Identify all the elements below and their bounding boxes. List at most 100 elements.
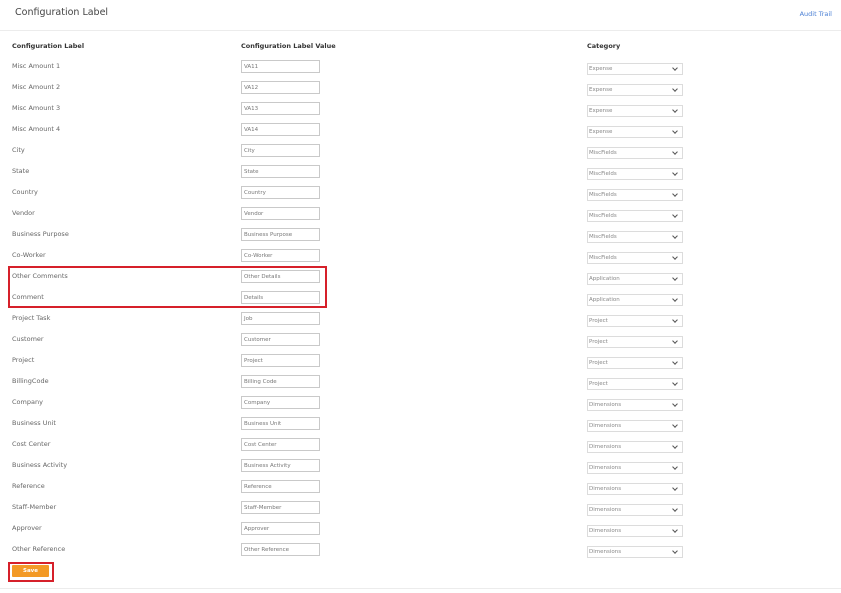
category-select-value: Dimensions bbox=[589, 549, 622, 555]
label-value-input[interactable]: VA13 bbox=[241, 102, 320, 115]
label-value-input[interactable]: Job bbox=[241, 312, 320, 325]
category-select[interactable]: Project bbox=[587, 357, 683, 369]
category-select[interactable]: Application bbox=[587, 294, 683, 306]
category-select[interactable]: Dimensions bbox=[587, 546, 683, 558]
category-select[interactable]: Dimensions bbox=[587, 525, 683, 537]
chevron-down-icon bbox=[672, 506, 678, 512]
category-select[interactable]: Project bbox=[587, 315, 683, 327]
row-label: Business Purpose bbox=[12, 230, 69, 238]
category-select[interactable]: Expense bbox=[587, 84, 683, 96]
table-row: City City MiscFields bbox=[0, 140, 841, 161]
row-label: BillingCode bbox=[12, 377, 49, 385]
category-select[interactable]: Dimensions bbox=[587, 420, 683, 432]
category-select-value: Expense bbox=[589, 87, 613, 93]
label-value-input[interactable]: City bbox=[241, 144, 320, 157]
chevron-down-icon bbox=[672, 485, 678, 491]
category-select-value: Dimensions bbox=[589, 528, 622, 534]
label-value-input[interactable]: Co-Worker bbox=[241, 249, 320, 262]
table-row: Customer Customer Project bbox=[0, 329, 841, 350]
category-select-value: Expense bbox=[589, 66, 613, 72]
chevron-down-icon bbox=[672, 170, 678, 176]
table-row: Vendor Vendor MiscFields bbox=[0, 203, 841, 224]
row-label: Project bbox=[12, 356, 35, 364]
category-select-value: Expense bbox=[589, 108, 613, 114]
chevron-down-icon bbox=[672, 107, 678, 113]
label-value-input[interactable]: VA12 bbox=[241, 81, 320, 94]
label-value-input[interactable]: Vendor bbox=[241, 207, 320, 220]
table-row: Misc Amount 3 VA13 Expense bbox=[0, 98, 841, 119]
category-select[interactable]: Dimensions bbox=[587, 483, 683, 495]
page-title: Configuration Label bbox=[15, 7, 109, 18]
category-select[interactable]: MiscFields bbox=[587, 147, 683, 159]
category-select-value: Dimensions bbox=[589, 444, 622, 450]
label-value-input[interactable]: Other Reference bbox=[241, 543, 320, 556]
row-label: Misc Amount 2 bbox=[12, 83, 61, 91]
label-value-input[interactable]: Reference bbox=[241, 480, 320, 493]
label-value-input[interactable]: Cost Center bbox=[241, 438, 320, 451]
category-select[interactable]: MiscFields bbox=[587, 231, 683, 243]
category-select[interactable]: Dimensions bbox=[587, 399, 683, 411]
label-value-input[interactable]: VA11 bbox=[241, 60, 320, 73]
label-value-input[interactable]: Project bbox=[241, 354, 320, 367]
table-row: Misc Amount 2 VA12 Expense bbox=[0, 77, 841, 98]
category-select[interactable]: Dimensions bbox=[587, 504, 683, 516]
label-value-input[interactable]: State bbox=[241, 165, 320, 178]
row-label: Company bbox=[12, 398, 43, 406]
table-row: Reference Reference Dimensions bbox=[0, 476, 841, 497]
category-select-value: Dimensions bbox=[589, 423, 622, 429]
footer-divider bbox=[0, 588, 841, 589]
table-row: Country Country MiscFields bbox=[0, 182, 841, 203]
category-select-value: Project bbox=[589, 381, 608, 387]
row-label: Business Unit bbox=[12, 419, 56, 427]
category-select-value: Dimensions bbox=[589, 402, 622, 408]
category-select-value: Application bbox=[589, 297, 620, 303]
category-select[interactable]: Expense bbox=[587, 126, 683, 138]
table-row: State State MiscFields bbox=[0, 161, 841, 182]
label-value-input[interactable]: Business Purpose bbox=[241, 228, 320, 241]
label-value-input[interactable]: Billing Code bbox=[241, 375, 320, 388]
row-label: Misc Amount 4 bbox=[12, 125, 61, 133]
chevron-down-icon bbox=[672, 128, 678, 134]
label-value-input[interactable]: Country bbox=[241, 186, 320, 199]
category-select[interactable]: Dimensions bbox=[587, 462, 683, 474]
category-select[interactable]: Application bbox=[587, 273, 683, 285]
table-row: Business Purpose Business Purpose MiscFiel… bbox=[0, 224, 841, 245]
category-select-value: MiscFields bbox=[589, 213, 617, 219]
label-value-input[interactable]: Staff-Member bbox=[241, 501, 320, 514]
category-select-value: Project bbox=[589, 318, 608, 324]
category-select[interactable]: Project bbox=[587, 378, 683, 390]
category-select-value: Dimensions bbox=[589, 507, 622, 513]
audit-trail-link[interactable]: Audit Trail bbox=[800, 10, 832, 18]
chevron-down-icon bbox=[672, 191, 678, 197]
label-value-input[interactable]: Business Unit bbox=[241, 417, 320, 430]
table-row: Company Company Dimensions bbox=[0, 392, 841, 413]
chevron-down-icon bbox=[672, 422, 678, 428]
category-select[interactable]: Project bbox=[587, 336, 683, 348]
category-select[interactable]: MiscFields bbox=[587, 210, 683, 222]
category-select-value: MiscFields bbox=[589, 150, 617, 156]
row-label: Cost Center bbox=[12, 440, 51, 448]
column-header-label: Configuration Label bbox=[12, 42, 85, 50]
label-value-input[interactable]: Approver bbox=[241, 522, 320, 535]
category-select[interactable]: MiscFields bbox=[587, 168, 683, 180]
save-button[interactable]: Save bbox=[12, 565, 49, 577]
category-select-value: MiscFields bbox=[589, 171, 617, 177]
label-value-input[interactable]: VA14 bbox=[241, 123, 320, 136]
category-select-value: Project bbox=[589, 360, 608, 366]
category-select[interactable]: Expense bbox=[587, 63, 683, 75]
label-value-input[interactable]: Customer bbox=[241, 333, 320, 346]
category-select[interactable]: MiscFields bbox=[587, 189, 683, 201]
label-value-input[interactable]: Business Activity bbox=[241, 459, 320, 472]
category-select[interactable]: Dimensions bbox=[587, 441, 683, 453]
table-row: Project Task Job Project bbox=[0, 308, 841, 329]
category-select[interactable]: Expense bbox=[587, 105, 683, 117]
table-row: Project Project Project bbox=[0, 350, 841, 371]
category-select[interactable]: MiscFields bbox=[587, 252, 683, 264]
config-label-table: Misc Amount 1 VA11 Expense Misc Amount 2 VA1… bbox=[0, 56, 841, 560]
row-label: Vendor bbox=[12, 209, 35, 217]
row-label: Business Activity bbox=[12, 461, 68, 469]
row-label: Customer bbox=[12, 335, 44, 343]
chevron-down-icon bbox=[672, 233, 678, 239]
label-value-input[interactable]: Company bbox=[241, 396, 320, 409]
column-header-value: Configuration Label Value bbox=[241, 42, 336, 50]
